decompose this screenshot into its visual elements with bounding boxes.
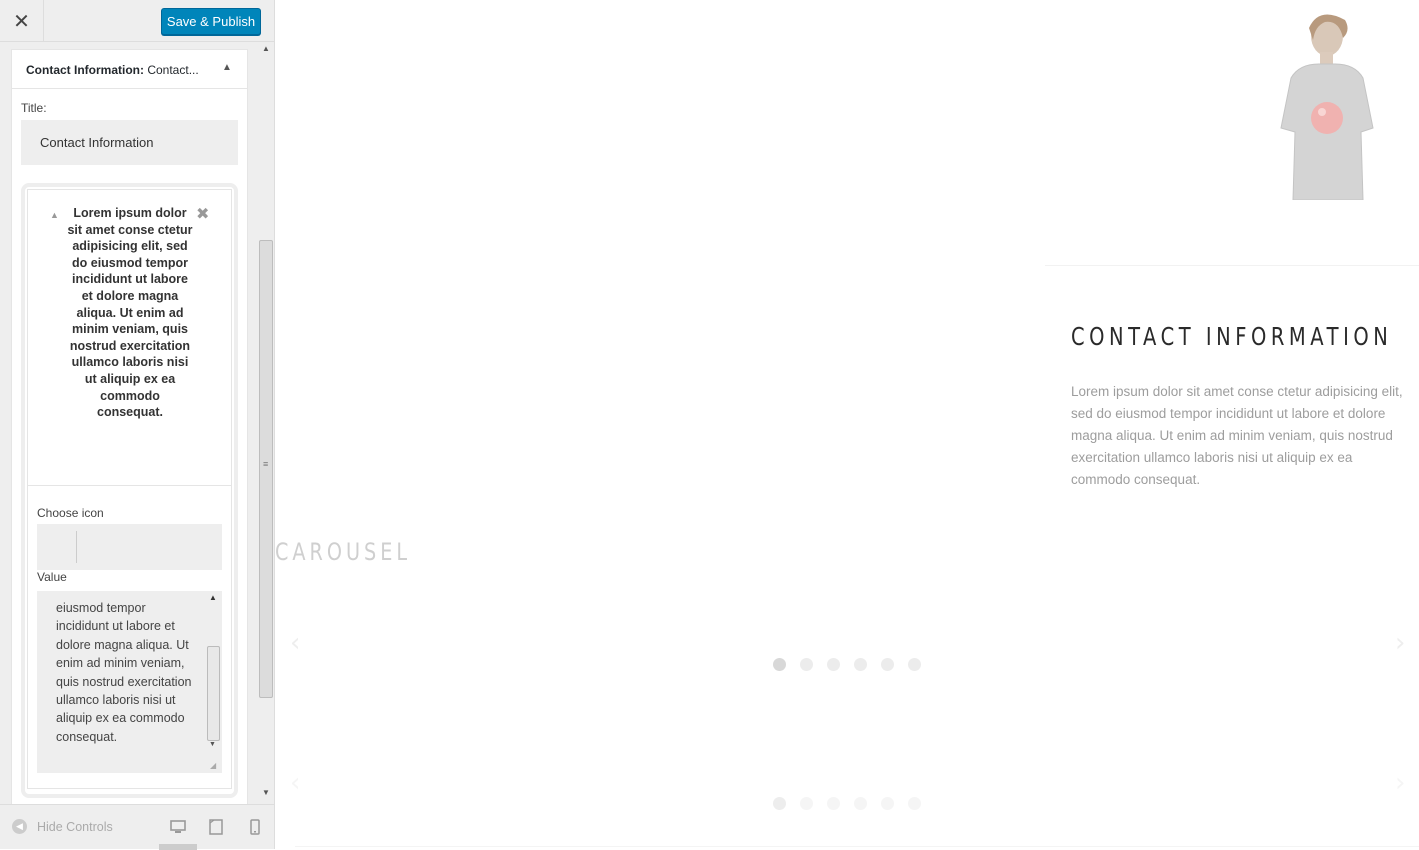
- mobile-preview-button[interactable]: [245, 817, 265, 837]
- carousel-dot[interactable]: [854, 797, 867, 810]
- widget-title-suffix: Contact...: [144, 63, 199, 77]
- tablet-preview-button[interactable]: [206, 817, 226, 837]
- site-preview: CONTACT INFORMATION Lorem ipsum dolor si…: [275, 0, 1419, 849]
- model-photo: [1280, 14, 1374, 200]
- resize-handle-icon[interactable]: ◢: [210, 761, 216, 770]
- carousel-next-icon-2[interactable]: ›: [1395, 768, 1405, 798]
- carousel-dot[interactable]: [827, 797, 840, 810]
- divider: [1045, 265, 1419, 266]
- carousel-dot[interactable]: [881, 797, 894, 810]
- close-customizer-button[interactable]: ✕: [0, 0, 44, 42]
- customizer-sidebar: ✕ Save & Publish Contact Information: Co…: [0, 0, 275, 850]
- hide-controls-button[interactable]: ◀ Hide Controls: [12, 819, 113, 834]
- carousel-dots-2: [773, 797, 921, 810]
- value-textarea-text: eiusmod tempor incididunt ut labore et d…: [56, 601, 192, 744]
- carousel-dot[interactable]: [773, 658, 786, 671]
- collapse-arrow-icon[interactable]: ▲: [222, 62, 232, 73]
- grip-icon: ≡: [263, 459, 269, 469]
- save-publish-button[interactable]: Save & Publish: [161, 8, 261, 35]
- desktop-icon: [170, 820, 186, 833]
- divider: [28, 485, 231, 486]
- sidebar-scroll-up-icon[interactable]: ▲: [258, 44, 274, 58]
- carousel-prev-icon-2[interactable]: ‹: [290, 768, 300, 798]
- carousel-dots: [773, 658, 921, 671]
- value-label: Value: [37, 570, 67, 584]
- carousel-dot[interactable]: [800, 797, 813, 810]
- icon-picker[interactable]: [37, 524, 222, 570]
- carousel-dot[interactable]: [908, 797, 921, 810]
- scroll-up-icon[interactable]: ▲: [209, 593, 217, 602]
- title-input[interactable]: [21, 120, 238, 165]
- tablet-icon: [209, 819, 223, 835]
- scroll-down-icon[interactable]: ▼: [209, 741, 216, 748]
- widget-header[interactable]: Contact Information: Contact... ▲: [12, 50, 247, 89]
- choose-icon-label: Choose icon: [37, 506, 104, 520]
- sidebar-scroll-thumb[interactable]: ≡: [259, 240, 273, 698]
- customizer-header: ✕ Save & Publish: [0, 0, 274, 42]
- carousel-dot[interactable]: [827, 658, 840, 671]
- value-textarea[interactable]: eiusmod tempor incididunt ut labore et d…: [37, 591, 222, 773]
- contact-description: Lorem ipsum dolor sit amet conse ctetur …: [1071, 384, 1403, 487]
- carousel-dot[interactable]: [854, 658, 867, 671]
- hide-controls-label: Hide Controls: [37, 819, 113, 834]
- widget-panel: Contact Information: Contact... ▲ Title:…: [11, 49, 248, 804]
- close-icon: ✕: [13, 10, 30, 33]
- textarea-scrollbar[interactable]: ▲ ▼: [207, 591, 221, 751]
- textarea-scroll-thumb[interactable]: [207, 646, 220, 741]
- carousel-title: CAROUSEL: [275, 538, 412, 566]
- contact-heading: CONTACT INFORMATION: [1071, 322, 1393, 351]
- divider: [295, 846, 1419, 847]
- repeater-container: ▲ Lorem ipsum dolor sit amet conse ctetu…: [21, 183, 238, 798]
- carousel-next-icon[interactable]: ›: [1395, 628, 1405, 658]
- collapse-icon: ◀: [12, 819, 27, 834]
- desktop-preview-button[interactable]: [168, 817, 188, 837]
- title-field-label: Title:: [21, 101, 47, 115]
- carousel-dot[interactable]: [908, 658, 921, 671]
- repeater-item: ▲ Lorem ipsum dolor sit amet conse ctetu…: [27, 189, 232, 789]
- carousel-prev-icon[interactable]: ‹: [290, 628, 300, 658]
- customizer-footer: ◀ Hide Controls: [0, 804, 274, 850]
- sidebar-scroll-down-icon[interactable]: ▼: [258, 788, 274, 802]
- controls-scroll-area: Contact Information: Contact... ▲ Title:…: [0, 42, 274, 804]
- remove-item-icon[interactable]: ✖: [196, 204, 209, 224]
- repeater-item-heading[interactable]: Lorem ipsum dolor sit amet conse ctetur …: [66, 205, 194, 421]
- widget-title-name: Contact Information:: [26, 63, 144, 77]
- carousel-dot[interactable]: [881, 658, 894, 671]
- mobile-icon: [250, 819, 260, 835]
- active-device-indicator: [159, 844, 197, 850]
- carousel-dot[interactable]: [773, 797, 786, 810]
- widget-title: Contact Information: Contact...: [26, 63, 199, 77]
- carousel-dot[interactable]: [800, 658, 813, 671]
- icon-picker-separator: [76, 531, 77, 563]
- item-collapse-arrow-icon[interactable]: ▲: [50, 210, 59, 220]
